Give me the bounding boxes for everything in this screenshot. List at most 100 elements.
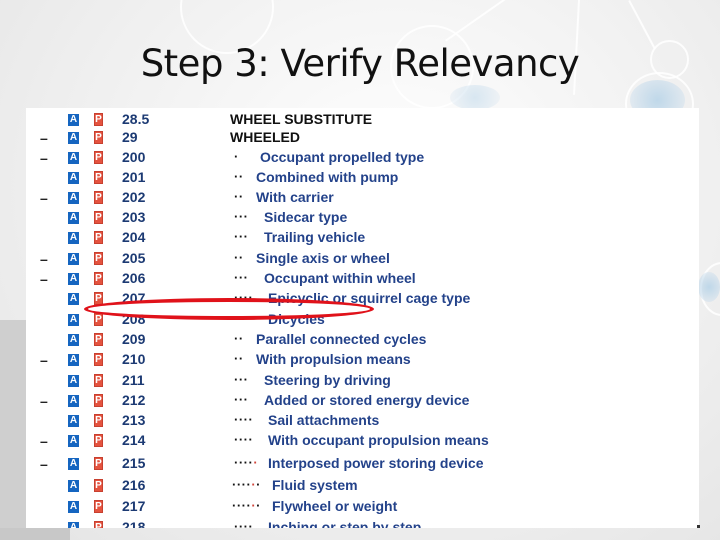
class-description[interactable]: With occupant propulsion means [268, 432, 489, 448]
class-description[interactable]: Occupant within wheel [264, 270, 416, 286]
classification-code[interactable]: 213 [122, 412, 145, 428]
class-description[interactable]: With propulsion means [256, 351, 411, 367]
classification-code[interactable]: 28.5 [122, 111, 149, 127]
a-document-icon[interactable]: A [68, 354, 79, 366]
collapse-toggle[interactable]: – [40, 271, 48, 287]
a-document-icon[interactable]: A [68, 212, 79, 224]
p-document-icon[interactable]: P [94, 231, 103, 244]
p-document-icon[interactable]: P [94, 113, 103, 126]
a-document-icon[interactable]: A [68, 273, 79, 285]
class-description[interactable]: Combined with pump [256, 169, 398, 185]
class-description[interactable]: Trailing vehicle [264, 229, 365, 245]
class-description[interactable]: Added or stored energy device [264, 392, 469, 408]
table-row[interactable]: – A P 206 ··· Occupant within wheel [26, 269, 699, 289]
collapse-toggle[interactable]: – [40, 456, 48, 472]
a-document-icon[interactable]: A [68, 522, 79, 528]
class-description[interactable]: Sidecar type [264, 209, 347, 225]
classification-code[interactable]: 205 [122, 250, 145, 266]
table-row[interactable]: – A P 200 · Occupant propelled type [26, 148, 699, 168]
class-description[interactable]: With carrier [256, 189, 334, 205]
table-row[interactable]: A P 28.5 WHEEL SUBSTITUTE [26, 110, 699, 130]
p-document-icon[interactable]: P [94, 151, 103, 164]
class-description[interactable]: Single axis or wheel [256, 250, 390, 266]
classification-code[interactable]: 202 [122, 189, 145, 205]
table-row[interactable]: – A P 205 ·· Single axis or wheel [26, 249, 699, 269]
a-document-icon[interactable]: A [68, 114, 79, 126]
class-description[interactable]: Fluid system [272, 477, 358, 493]
class-description[interactable]: Sail attachments [268, 412, 379, 428]
collapse-toggle[interactable]: – [40, 251, 48, 267]
table-row[interactable]: – A P 214 ···· With occupant propulsion means [26, 431, 699, 451]
a-document-icon[interactable]: A [68, 152, 79, 164]
p-document-icon[interactable]: P [94, 434, 103, 447]
classification-code[interactable]: 218 [122, 519, 145, 528]
collapse-toggle[interactable]: – [40, 352, 48, 368]
a-document-icon[interactable]: A [68, 375, 79, 387]
class-description[interactable]: Occupant propelled type [260, 149, 424, 165]
classification-code[interactable]: 201 [122, 169, 145, 185]
p-document-icon[interactable]: P [94, 500, 103, 513]
class-description[interactable]: Steering by driving [264, 372, 391, 388]
classification-code[interactable]: 29 [122, 129, 138, 145]
classification-code[interactable]: 206 [122, 270, 145, 286]
p-document-icon[interactable]: P [94, 252, 103, 265]
table-row[interactable]: – A P 215 ····· Interposed power storing devi… [26, 454, 699, 474]
p-document-icon[interactable]: P [94, 394, 103, 407]
a-document-icon[interactable]: A [68, 395, 79, 407]
p-document-icon[interactable]: P [94, 313, 103, 326]
class-description[interactable]: Flywheel or weight [272, 498, 397, 514]
a-document-icon[interactable]: A [68, 435, 79, 447]
p-document-icon[interactable]: P [94, 457, 103, 470]
classification-code[interactable]: 204 [122, 229, 145, 245]
classification-code[interactable]: 203 [122, 209, 145, 225]
class-description[interactable]: Parallel connected cycles [256, 331, 426, 347]
a-document-icon[interactable]: A [68, 232, 79, 244]
table-row[interactable]: A P 218 ···· Inching or step by step [26, 518, 699, 528]
a-document-icon[interactable]: A [68, 192, 79, 204]
a-document-icon[interactable]: A [68, 132, 79, 144]
collapse-toggle[interactable]: – [40, 150, 48, 166]
p-document-icon[interactable]: P [94, 479, 103, 492]
p-document-icon[interactable]: P [94, 191, 103, 204]
p-document-icon[interactable]: P [94, 272, 103, 285]
classification-code[interactable]: 212 [122, 392, 145, 408]
p-document-icon[interactable]: P [94, 353, 103, 366]
a-document-icon[interactable]: A [68, 501, 79, 513]
a-document-icon[interactable]: A [68, 314, 79, 326]
table-row[interactable]: A P 203 ··· Sidecar type [26, 208, 699, 228]
class-description[interactable]: Inching or step by step [268, 519, 421, 528]
table-row[interactable]: – A P 212 ··· Added or stored energy device [26, 391, 699, 411]
classification-code[interactable]: 209 [122, 331, 145, 347]
class-description[interactable]: Interposed power storing device [268, 455, 484, 471]
table-row[interactable]: – A P 29 WHEELED [26, 128, 699, 148]
collapse-toggle[interactable]: – [40, 130, 48, 146]
table-row[interactable]: A P 216 ······ Fluid system [26, 476, 699, 496]
classification-code[interactable]: 214 [122, 432, 145, 448]
p-document-icon[interactable]: P [94, 374, 103, 387]
table-row[interactable]: A P 217 ······ Flywheel or weight [26, 497, 699, 517]
table-row[interactable]: A P 211 ··· Steering by driving [26, 371, 699, 391]
p-document-icon[interactable]: P [94, 171, 103, 184]
table-row[interactable]: A P 209 ·· Parallel connected cycles [26, 330, 699, 350]
classification-code[interactable]: 215 [122, 455, 145, 471]
a-document-icon[interactable]: A [68, 172, 79, 184]
classification-code[interactable]: 200 [122, 149, 145, 165]
classification-code[interactable]: 210 [122, 351, 145, 367]
collapse-toggle[interactable]: – [40, 190, 48, 206]
a-document-icon[interactable]: A [68, 458, 79, 470]
a-document-icon[interactable]: A [68, 253, 79, 265]
table-row[interactable]: A P 213 ···· Sail attachments [26, 411, 699, 431]
table-row[interactable]: – A P 210 ·· With propulsion means [26, 350, 699, 370]
p-document-icon[interactable]: P [94, 521, 103, 528]
p-document-icon[interactable]: P [94, 414, 103, 427]
p-document-icon[interactable]: P [94, 333, 103, 346]
collapse-toggle[interactable]: – [40, 393, 48, 409]
classification-code[interactable]: 211 [122, 372, 145, 388]
classification-code[interactable]: 216 [122, 477, 145, 493]
classification-code[interactable]: 217 [122, 498, 145, 514]
a-document-icon[interactable]: A [68, 415, 79, 427]
p-document-icon[interactable]: P [94, 211, 103, 224]
a-document-icon[interactable]: A [68, 293, 79, 305]
table-row[interactable]: – A P 202 ·· With carrier [26, 188, 699, 208]
collapse-toggle[interactable]: – [40, 433, 48, 449]
